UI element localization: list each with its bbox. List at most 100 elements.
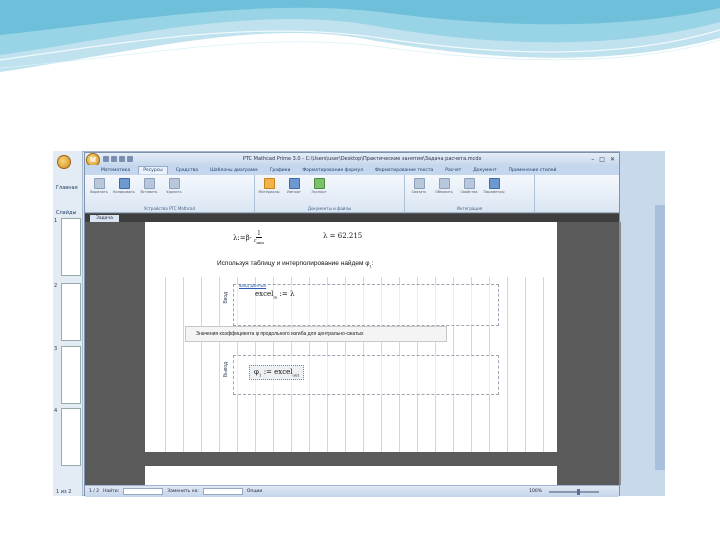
find-label: Найти: xyxy=(103,489,120,494)
minimize-button[interactable]: – xyxy=(591,156,594,163)
ribbon-button-label: Свойства xyxy=(460,190,478,194)
ribbon-button-1-2[interactable]: Экспорт xyxy=(308,178,330,194)
options-label[interactable]: Опции xyxy=(247,489,262,494)
export-icon xyxy=(313,178,325,189)
grid-line xyxy=(543,277,544,452)
slide-thumbnail-3[interactable] xyxy=(61,346,81,404)
save-icon[interactable] xyxy=(103,156,109,162)
copy-icon xyxy=(118,178,130,189)
thumb-number-1: 1 xyxy=(54,218,58,224)
window-controls: – □ ✕ xyxy=(591,156,615,163)
tab-6[interactable]: Форматирование текста xyxy=(371,167,437,174)
zoom-slider-knob[interactable] xyxy=(577,488,580,495)
tab-9[interactable]: Применение стилей xyxy=(505,167,561,174)
ribbon-button-1-1[interactable]: Импорт xyxy=(283,178,305,194)
ribbon-button-0-1[interactable]: Копировать xyxy=(113,178,135,194)
refresh-icon xyxy=(438,178,450,189)
ribbon-button-0-0[interactable]: Вырезать xyxy=(88,178,110,194)
table-caption-strip[interactable]: Значения коэффициента φ продольного изги… xyxy=(185,326,447,342)
ribbon-button-label: Экспорт xyxy=(311,190,327,194)
ribbon-button-2-2[interactable]: Свойства xyxy=(458,178,480,194)
slide-thumbnail-2[interactable] xyxy=(61,283,81,341)
ribbon-group-2: Связать Обновить Свойства Параметры Интеграц… xyxy=(405,175,535,212)
grid-line xyxy=(201,277,202,452)
status-bar: 1 / 2 Найти: Заменить на: Опции 100% xyxy=(85,485,619,497)
thumb-number-3: 3 xyxy=(54,346,58,352)
ribbon-button-2-1[interactable]: Обновить xyxy=(433,178,455,194)
slide-thumbnail-1[interactable] xyxy=(61,218,81,276)
tab-4[interactable]: Графики xyxy=(266,167,295,174)
ribbon-button-label: Вставить xyxy=(140,190,158,194)
zoom-slider[interactable] xyxy=(549,488,599,495)
instruction-text[interactable]: Используя таблицу и интерполирование най… xyxy=(217,260,374,268)
ribbon-group-label: Интеграция xyxy=(456,206,483,211)
ribbon-button-label: Вырезать xyxy=(90,190,108,194)
grid-line xyxy=(507,277,508,452)
find-input[interactable] xyxy=(123,488,164,495)
slides-tab-label[interactable]: Слайды xyxy=(56,210,76,216)
window-title: PTC Mathcad Prime 3.0 - C:\Users\user\De… xyxy=(242,156,482,162)
undo-icon[interactable] xyxy=(111,156,117,162)
ribbon-group-label: Документы и файлы xyxy=(307,206,352,211)
thumb-number-2: 2 xyxy=(54,283,58,289)
document-tabs-bar: Задача xyxy=(85,214,619,222)
folder-icon xyxy=(263,178,275,189)
fraction-numerator: l xyxy=(256,230,262,238)
ribbon-button-0-2[interactable]: Вставить xyxy=(138,178,160,194)
mathcad-window: M PTC Mathcad Prime 3.0 - C:\Users\user\… xyxy=(84,152,621,497)
maximize-button[interactable]: □ xyxy=(599,156,605,163)
tab-1[interactable]: Ресурсы xyxy=(138,166,168,174)
ribbon-button-label: Копировать xyxy=(113,190,135,194)
presentation-scrollbar[interactable] xyxy=(655,205,665,470)
phi-output-expression[interactable]: φ1 := excelout xyxy=(249,365,305,381)
phi-sub: 1 xyxy=(258,372,262,378)
ribbon-button-label: Обновить xyxy=(435,190,453,194)
slide-header-waves xyxy=(0,0,720,72)
tab-0[interactable]: Математика xyxy=(97,167,134,174)
tab-2[interactable]: Средства xyxy=(172,167,202,174)
redo-icon[interactable] xyxy=(119,156,125,162)
ribbon-button-label: Материалы xyxy=(258,190,280,194)
ribbon-group-label: Устройства PTC Mathcad xyxy=(143,206,196,211)
ribbon-button-0-3[interactable]: Удалить xyxy=(163,178,185,194)
tab-8[interactable]: Документ xyxy=(469,167,500,174)
input-region-link[interactable]: ввод данных xyxy=(239,283,266,288)
document-tab[interactable]: Задача xyxy=(90,215,119,222)
cut-icon xyxy=(93,178,105,189)
tab-3[interactable]: Шаблоны диаграмм xyxy=(206,167,261,174)
excel-out-name: := excel xyxy=(263,368,293,376)
input-region-tag: Ввод xyxy=(223,292,229,304)
lambda-result[interactable]: λ = 62.215 xyxy=(323,232,362,240)
grid-line xyxy=(183,277,184,452)
ribbon-button-2-3[interactable]: Параметры xyxy=(483,178,505,194)
instruction-suffix: : xyxy=(371,260,374,267)
properties-icon xyxy=(463,178,475,189)
paste-icon xyxy=(143,178,155,189)
presentation-office-button[interactable] xyxy=(57,155,71,169)
presentation-status-text: 1 из 2 xyxy=(56,489,72,495)
ribbon-home-label[interactable]: Главная xyxy=(56,185,78,191)
ribbon-button-label: Удалить xyxy=(166,190,182,194)
lambda-fraction: l rmin xyxy=(254,230,264,246)
replace-label: Заменить на: xyxy=(167,489,199,494)
lambda-definition[interactable]: λ:=β· l rmin xyxy=(233,230,264,246)
fraction-denominator-sub: min xyxy=(256,240,264,245)
grid-line xyxy=(165,277,166,452)
tab-5[interactable]: Форматирование формул xyxy=(298,167,367,174)
link-icon xyxy=(413,178,425,189)
excel-in-rhs: := λ xyxy=(279,290,295,298)
close-button[interactable]: ✕ xyxy=(610,156,615,163)
page-indicator: 1 / 2 xyxy=(89,489,100,494)
excel-input-expression[interactable]: excelin := λ xyxy=(255,290,294,299)
output-region-tag: Вывод xyxy=(223,362,229,378)
ribbon-button-label: Импорт xyxy=(287,190,301,194)
quick-access-toolbar xyxy=(103,156,133,162)
ribbon-button-1-0[interactable]: Материалы xyxy=(258,178,280,194)
tab-7[interactable]: Расчет xyxy=(441,167,465,174)
ribbon-group-1: Материалы Импорт Экспорт Документы и файлы xyxy=(255,175,405,212)
worksheet-scrollbar[interactable] xyxy=(619,222,621,485)
ribbon-button-2-0[interactable]: Связать xyxy=(408,178,430,194)
slide-thumbnail-4[interactable] xyxy=(61,408,81,466)
grid-line xyxy=(525,277,526,452)
replace-input[interactable] xyxy=(202,488,243,495)
